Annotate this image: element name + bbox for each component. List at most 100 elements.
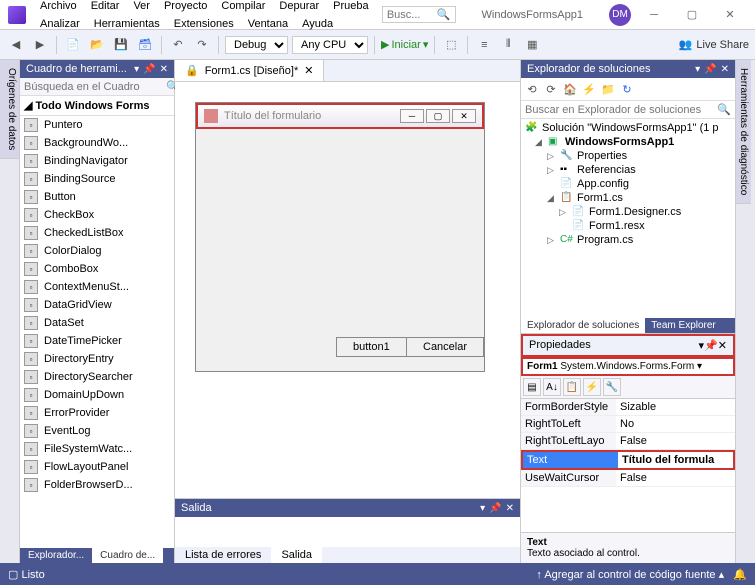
properties-node[interactable]: ▷🔧Properties: [523, 149, 733, 163]
back-icon[interactable]: ⟲: [524, 81, 540, 97]
save-all-icon[interactable]: 🗃: [135, 35, 155, 55]
close-icon[interactable]: ✕: [721, 64, 729, 75]
distribute-icon[interactable]: ⫴: [498, 35, 518, 55]
output-tab[interactable]: Salida: [271, 547, 322, 563]
form-designer[interactable]: Título del formulario ─ ▢ ✕ button1 Canc…: [175, 82, 520, 498]
undo-icon[interactable]: ↶: [168, 35, 188, 55]
open-icon[interactable]: 📂: [87, 35, 107, 55]
toolbox-item[interactable]: ▫DirectoryEntry: [20, 350, 174, 368]
source-control-button[interactable]: ↑ Agregar al control de código fuente ▴ …: [536, 568, 747, 581]
pin-icon[interactable]: 📌: [489, 503, 501, 514]
property-row[interactable]: RightToLeftLayoFalse: [521, 433, 735, 450]
dropdown-icon[interactable]: ▾: [134, 64, 139, 75]
close-icon[interactable]: ✕: [506, 503, 514, 514]
property-row[interactable]: RightToLeftNo: [521, 416, 735, 433]
origenes-datos-tab[interactable]: Orígenes de datos: [0, 60, 19, 159]
project-node[interactable]: ◢▣WindowsFormsApp1: [523, 135, 733, 149]
close-icon[interactable]: ✕: [718, 340, 727, 352]
toolbox-item[interactable]: ▫ErrorProvider: [20, 404, 174, 422]
nav-fwd-icon[interactable]: ▶: [30, 35, 50, 55]
props-icon[interactable]: 📋: [563, 378, 581, 396]
toolbox-item[interactable]: ▫DataSet: [20, 314, 174, 332]
toolbox-group-header[interactable]: ◢ Todo Windows Forms: [20, 96, 174, 116]
program-node[interactable]: ▷C#Program.cs: [523, 233, 733, 247]
toolbox-item[interactable]: ▫CheckedListBox: [20, 224, 174, 242]
form-preview[interactable]: Título del formulario ─ ▢ ✕ button1 Canc…: [195, 102, 485, 372]
props-object-selector[interactable]: Form1 System.Windows.Forms.Form ▾: [521, 357, 735, 376]
panel-tab[interactable]: Cuadro de...: [92, 548, 163, 563]
button1[interactable]: button1: [336, 337, 407, 357]
user-avatar[interactable]: DM: [609, 4, 631, 26]
pin-icon[interactable]: 📌: [704, 340, 718, 352]
pin-icon[interactable]: 📌: [704, 64, 716, 75]
refresh-icon[interactable]: ↻: [619, 81, 635, 97]
redo-icon[interactable]: ↷: [192, 35, 212, 55]
toolbox-item[interactable]: ▫FlowLayoutPanel: [20, 458, 174, 476]
cancel-button[interactable]: Cancelar: [406, 337, 484, 357]
close-tab-icon[interactable]: ✕: [304, 64, 313, 77]
solution-tab[interactable]: Explorador de soluciones: [521, 318, 645, 333]
home-icon[interactable]: 🏠: [562, 81, 578, 97]
menu-proyecto[interactable]: Proyecto: [158, 0, 213, 14]
menu-compilar[interactable]: Compilar: [215, 0, 271, 14]
toolbox-item[interactable]: ▫DataGridView: [20, 296, 174, 314]
wrench-icon[interactable]: 🔧: [603, 378, 621, 396]
toolbox-item[interactable]: ▫CheckBox: [20, 206, 174, 224]
search-input[interactable]: [387, 9, 437, 21]
solution-tab[interactable]: Team Explorer: [645, 318, 721, 333]
appconfig-node[interactable]: 📄App.config: [523, 177, 733, 191]
property-row[interactable]: TextTítulo del formula: [521, 450, 735, 470]
designer-file-node[interactable]: ▷📄Form1.Designer.cs: [523, 205, 733, 219]
categorized-icon[interactable]: ▤: [523, 378, 541, 396]
maximize-button[interactable]: ▢: [675, 5, 709, 25]
references-node[interactable]: ▷▪▪Referencias: [523, 163, 733, 177]
solution-root[interactable]: 🧩Solución "WindowsFormsApp1" (1 p: [523, 121, 733, 135]
layout-icon[interactable]: ▦: [522, 35, 542, 55]
diagnostico-tab[interactable]: Herramientas de diagnóstico: [736, 60, 751, 204]
toolbox-item[interactable]: ▫EventLog: [20, 422, 174, 440]
menu-ver[interactable]: Ver: [127, 0, 156, 14]
close-icon[interactable]: ✕: [160, 64, 168, 75]
menu-archivo[interactable]: Archivo: [34, 0, 83, 14]
new-file-icon[interactable]: 📄: [63, 35, 83, 55]
toolbox-item[interactable]: ▫ContextMenuSt...: [20, 278, 174, 296]
toolbox-item[interactable]: ▫FolderBrowserD...: [20, 476, 174, 494]
folder-icon[interactable]: 📁: [600, 81, 616, 97]
sync-icon[interactable]: ⚡: [581, 81, 597, 97]
events-icon[interactable]: ⚡: [583, 378, 601, 396]
toolbox-item[interactable]: ▫Puntero: [20, 116, 174, 134]
platform-dropdown[interactable]: Any CPU: [292, 36, 368, 54]
nav-back-icon[interactable]: ◀: [6, 35, 26, 55]
fwd-icon[interactable]: ⟳: [543, 81, 559, 97]
panel-tab[interactable]: Explorador...: [20, 548, 92, 563]
toolbox-search[interactable]: [24, 81, 166, 93]
toolbox-item[interactable]: ▫BackgroundWo...: [20, 134, 174, 152]
document-tab[interactable]: 🔒 Form1.cs [Diseño]* ✕: [175, 60, 324, 81]
align-icon[interactable]: ≡: [474, 35, 494, 55]
menu-editar[interactable]: Editar: [85, 0, 126, 14]
alphabetical-icon[interactable]: A↓: [543, 378, 561, 396]
toolbox-item[interactable]: ▫DateTimePicker: [20, 332, 174, 350]
output-tab[interactable]: Lista de errores: [175, 547, 271, 563]
toolbar-btn-1[interactable]: ⬚: [441, 35, 461, 55]
property-row[interactable]: UseWaitCursorFalse: [521, 470, 735, 487]
liveshare-button[interactable]: 👥 Live Share: [679, 38, 749, 51]
toolbox-item[interactable]: ▫DomainUpDown: [20, 386, 174, 404]
toolbox-item[interactable]: ▫ColorDialog: [20, 242, 174, 260]
toolbox-item[interactable]: ▫ComboBox: [20, 260, 174, 278]
save-icon[interactable]: 💾: [111, 35, 131, 55]
form1-node[interactable]: ◢📋Form1.cs: [523, 191, 733, 205]
solution-search[interactable]: [525, 104, 717, 116]
config-dropdown[interactable]: Debug: [225, 36, 288, 54]
property-row[interactable]: FormBorderStyleSizable: [521, 399, 735, 416]
toolbox-item[interactable]: ▫Button: [20, 188, 174, 206]
resx-node[interactable]: 📄Form1.resx: [523, 219, 733, 233]
dropdown-icon[interactable]: ▾: [695, 64, 700, 75]
dropdown-icon[interactable]: ▾: [480, 503, 485, 514]
menu-depurar[interactable]: Depurar: [273, 0, 325, 14]
close-button[interactable]: ✕: [713, 5, 747, 25]
toolbox-item[interactable]: ▫FileSystemWatc...: [20, 440, 174, 458]
menu-prueba[interactable]: Prueba: [327, 0, 374, 14]
toolbox-item[interactable]: ▫BindingNavigator: [20, 152, 174, 170]
minimize-button[interactable]: ─: [637, 5, 671, 25]
